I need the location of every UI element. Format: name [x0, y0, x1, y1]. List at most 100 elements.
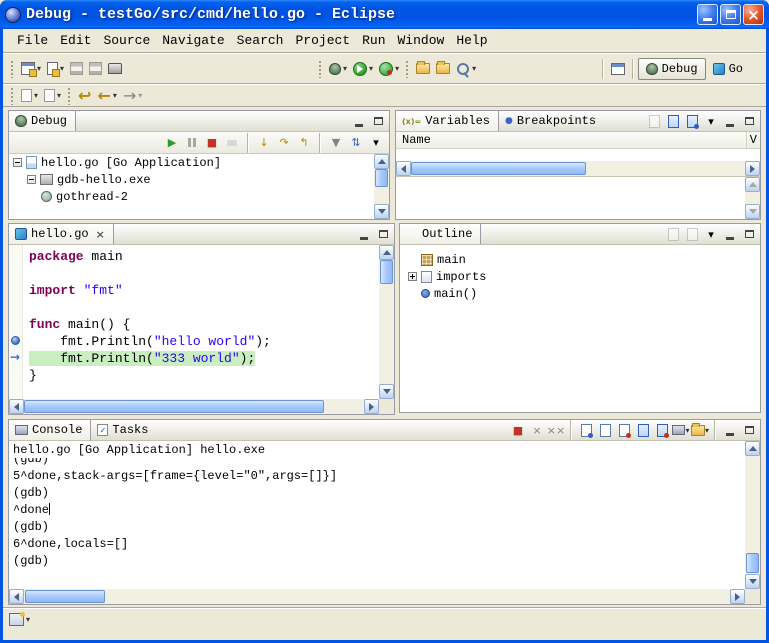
- toolbar-grip[interactable]: [67, 87, 72, 105]
- scroll-down-icon[interactable]: [745, 204, 760, 219]
- tab-tasks[interactable]: ✓ Tasks: [91, 420, 156, 440]
- maximize-view-icon[interactable]: [740, 226, 758, 242]
- run-dropdown-button[interactable]: ▾: [350, 57, 376, 81]
- scrollbar-thumb[interactable]: [411, 162, 586, 175]
- console-scrollbar-vertical[interactable]: [745, 441, 760, 589]
- code-editor[interactable]: package main import "fmt" func main() { …: [23, 245, 379, 399]
- debug-dropdown-button[interactable]: ▾: [326, 57, 350, 81]
- scroll-down-icon[interactable]: [374, 204, 389, 219]
- tab-variables[interactable]: (x)= Variables: [396, 111, 499, 131]
- scroll-lock-icon[interactable]: [577, 422, 595, 438]
- new-wizard-button[interactable]: ▾: [18, 57, 44, 81]
- menu-file[interactable]: File: [11, 31, 54, 50]
- debug-scrollbar-vertical[interactable]: [374, 154, 389, 219]
- scroll-right-icon[interactable]: [364, 399, 379, 414]
- minimize-view-icon[interactable]: [355, 226, 373, 242]
- maximize-button[interactable]: [720, 4, 741, 25]
- menu-run[interactable]: Run: [356, 31, 391, 50]
- scroll-up-icon[interactable]: [745, 441, 760, 456]
- terminate-icon[interactable]: ■: [203, 135, 221, 151]
- editor-scrollbar-horizontal[interactable]: [9, 399, 379, 414]
- menu-navigate[interactable]: Navigate: [156, 31, 230, 50]
- forward-button[interactable]: →▾: [120, 84, 145, 108]
- collapse-toggle-icon[interactable]: [13, 158, 22, 167]
- scroll-left-icon[interactable]: [9, 399, 24, 414]
- step-over-icon[interactable]: ↷: [275, 135, 293, 151]
- show-type-names-icon[interactable]: [645, 113, 663, 129]
- minimize-view-icon[interactable]: [350, 113, 368, 129]
- print-button[interactable]: [105, 57, 125, 81]
- collapse-all-icon[interactable]: [664, 113, 682, 129]
- editor-annotation-ruler[interactable]: →: [9, 245, 23, 399]
- scroll-left-icon[interactable]: [9, 589, 24, 604]
- scroll-down-icon[interactable]: [379, 384, 394, 399]
- perspective-go-button[interactable]: Go: [706, 58, 750, 80]
- scroll-right-icon[interactable]: [745, 161, 760, 176]
- maximize-view-icon[interactable]: [740, 113, 758, 129]
- scroll-up-icon[interactable]: [374, 154, 389, 169]
- maximize-view-icon[interactable]: [369, 113, 387, 129]
- clear-console-icon[interactable]: [596, 422, 614, 438]
- console-output[interactable]: (gdb) 5^done,stack-args=[frame={level="0…: [9, 458, 745, 589]
- tab-hello-go[interactable]: hello.go ×: [9, 224, 114, 244]
- disconnect-icon[interactable]: [223, 135, 241, 151]
- pin-console-icon[interactable]: [615, 422, 633, 438]
- toolbar-grip[interactable]: [318, 60, 323, 78]
- minimize-view-icon[interactable]: [721, 113, 739, 129]
- menu-search[interactable]: Search: [231, 31, 290, 50]
- perspective-debug-button[interactable]: Debug: [638, 58, 706, 80]
- suspend-icon[interactable]: [183, 135, 201, 151]
- variables-details-pane[interactable]: [396, 176, 760, 219]
- terminate-icon[interactable]: ■: [509, 422, 527, 438]
- scrollbar-thumb[interactable]: [375, 169, 388, 187]
- menu-project[interactable]: Project: [289, 31, 356, 50]
- show-stdout-icon[interactable]: [634, 422, 652, 438]
- tab-console[interactable]: Console: [9, 420, 91, 440]
- scroll-up-icon[interactable]: [379, 245, 394, 260]
- minimize-button[interactable]: [697, 4, 718, 25]
- tab-debug[interactable]: Debug: [9, 111, 76, 131]
- breakpoint-icon[interactable]: [11, 336, 20, 345]
- back-button[interactable]: ←▾: [94, 84, 119, 108]
- variables-scrollbar-horizontal[interactable]: [396, 161, 760, 176]
- layout-icon[interactable]: [683, 113, 701, 129]
- prev-annotation-button[interactable]: ▾: [41, 84, 64, 108]
- console-scrollbar-horizontal[interactable]: [9, 589, 745, 604]
- titlebar[interactable]: Debug - testGo/src/cmd/hello.go - Eclips…: [0, 0, 769, 29]
- tree-item-launch[interactable]: hello.go [Go Application]: [9, 154, 374, 171]
- view-menu-icon[interactable]: ▾: [702, 113, 720, 129]
- menu-window[interactable]: Window: [392, 31, 451, 50]
- coverage-dropdown-button[interactable]: ▾: [376, 57, 402, 81]
- menu-source[interactable]: Source: [97, 31, 156, 50]
- close-editor-icon[interactable]: ×: [96, 228, 105, 241]
- variables-column-header[interactable]: Name V: [396, 132, 760, 149]
- open-perspective-button[interactable]: [608, 57, 628, 81]
- fast-view-button[interactable]: ▾: [9, 613, 30, 626]
- outline-item-imports[interactable]: imports: [408, 268, 760, 285]
- minimize-view-icon[interactable]: [721, 422, 739, 438]
- remove-all-launches-icon[interactable]: ××: [547, 422, 565, 438]
- next-annotation-button[interactable]: ▾: [18, 84, 41, 108]
- open-console-icon[interactable]: ▾: [691, 422, 709, 438]
- scroll-right-icon[interactable]: [730, 589, 745, 604]
- tree-item-process[interactable]: gdb-hello.exe: [9, 171, 374, 188]
- resume-icon[interactable]: ▶: [163, 135, 181, 151]
- search-dropdown-button[interactable]: ▾: [453, 57, 479, 81]
- maximize-view-icon[interactable]: [740, 422, 758, 438]
- details-scrollbar-vertical[interactable]: [745, 177, 760, 219]
- maximize-view-icon[interactable]: [374, 226, 392, 242]
- display-console-icon[interactable]: ▾: [672, 422, 690, 438]
- remove-launch-icon[interactable]: ×: [528, 422, 546, 438]
- scrollbar-thumb[interactable]: [380, 260, 393, 284]
- open-resource-button[interactable]: [433, 57, 453, 81]
- toolbar-grip[interactable]: [405, 60, 410, 78]
- menu-help[interactable]: Help: [450, 31, 493, 50]
- drop-to-frame-icon[interactable]: ▼: [327, 135, 345, 151]
- new-file-button[interactable]: ▾: [44, 57, 67, 81]
- tab-breakpoints[interactable]: ● Breakpoints: [499, 111, 604, 131]
- open-folder-button[interactable]: [413, 57, 433, 81]
- scrollbar-thumb[interactable]: [24, 400, 324, 413]
- step-filters-icon[interactable]: ⇅: [347, 135, 365, 151]
- step-return-icon[interactable]: ↰: [295, 135, 313, 151]
- editor-scrollbar-vertical[interactable]: [379, 245, 394, 399]
